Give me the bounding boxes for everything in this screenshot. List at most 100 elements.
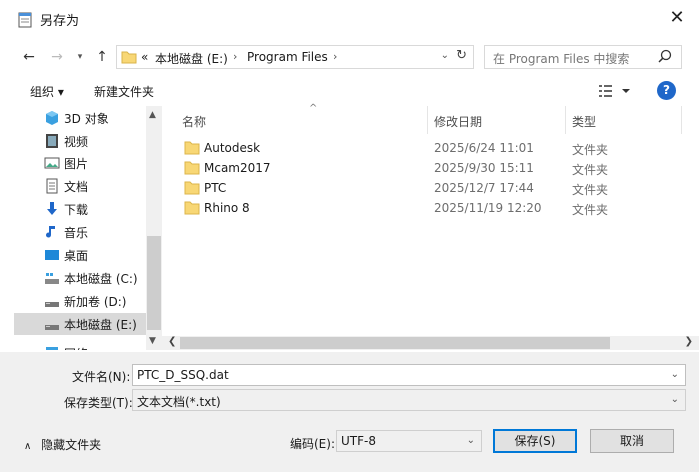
- sidebar-item-label: 桌面: [64, 249, 89, 263]
- file-row[interactable]: PTC 2025/12/7 17:44 文件夹: [162, 178, 682, 198]
- pictures-icon: [44, 157, 60, 169]
- column-header-type[interactable]: 类型: [564, 106, 682, 134]
- column-header-label: 名称: [182, 115, 207, 129]
- file-row[interactable]: Rhino 8 2025/11/19 12:20 文件夹: [162, 198, 682, 218]
- column-header-name[interactable]: ^ 名称: [174, 103, 428, 134]
- scrollbar-thumb[interactable]: [147, 236, 161, 330]
- file-modified: 2025/12/7 17:44: [434, 181, 534, 195]
- title-bar: 另存为 ✕: [0, 0, 699, 36]
- file-row[interactable]: Mcam2017 2025/9/30 15:11 文件夹: [162, 158, 682, 178]
- view-options-icon[interactable]: [598, 83, 632, 99]
- organize-button[interactable]: 组织 ▾: [30, 83, 64, 100]
- chevron-down-icon[interactable]: ⌄: [671, 394, 679, 405]
- search-input[interactable]: 在 Program Files 中搜索: [493, 50, 629, 67]
- chevron-up-icon: ∧: [24, 441, 32, 452]
- sidebar-item-label: 3D 对象: [64, 112, 109, 126]
- chevron-down-icon[interactable]: ⌄: [441, 50, 449, 61]
- sidebar-item-desktop[interactable]: 桌面: [14, 244, 147, 266]
- navigation-bar: ← → ▾ ↑ « 本地磁盘 (E:) › Program Files › ⌄ …: [0, 40, 699, 74]
- sidebar-item-documents[interactable]: 文档: [14, 175, 147, 197]
- filetype-label: 保存类型(T):: [64, 396, 133, 410]
- encoding-select[interactable]: UTF-8 ⌄: [336, 430, 482, 452]
- navigation-pane: 3D 对象 视频 图片 文档 下载 音乐 桌面 本地磁盘 (C:) 新加卷 (D…: [14, 106, 162, 350]
- file-type: 文件夹: [572, 183, 609, 197]
- system-drive-icon: [45, 273, 59, 284]
- filetype-value: 文本文档(*.txt): [137, 395, 221, 409]
- address-bar[interactable]: « 本地磁盘 (E:) › Program Files › ⌄ ↻: [116, 45, 474, 69]
- file-name: PTC: [204, 181, 227, 195]
- sidebar-item-videos[interactable]: 视频: [14, 130, 147, 152]
- save-button[interactable]: 保存(S): [493, 429, 577, 453]
- breadcrumb-separator[interactable]: ›: [233, 50, 237, 63]
- cancel-button[interactable]: 取消: [590, 429, 674, 453]
- window-title: 另存为: [40, 14, 80, 29]
- folder-icon: [121, 51, 137, 64]
- sidebar-item-label: 视频: [64, 135, 89, 149]
- file-row[interactable]: Autodesk 2025/6/24 11:01 文件夹: [162, 138, 682, 158]
- column-header-label: 修改日期: [434, 115, 483, 129]
- sidebar-item-drive-e[interactable]: 本地磁盘 (E:): [14, 313, 147, 335]
- scroll-up-icon[interactable]: ▲: [149, 110, 156, 120]
- new-folder-button[interactable]: 新建文件夹: [94, 83, 154, 100]
- scroll-left-icon[interactable]: ❮: [168, 336, 176, 347]
- sidebar-item-label: 音乐: [64, 226, 89, 240]
- refresh-icon[interactable]: ↻: [456, 48, 467, 63]
- filename-field[interactable]: PTC_D_SSQ.dat ⌄: [132, 364, 686, 386]
- sidebar-item-downloads[interactable]: 下载: [14, 198, 147, 220]
- breadcrumb-overflow[interactable]: «: [141, 50, 148, 64]
- back-button[interactable]: ←: [18, 46, 40, 68]
- sidebar-item-drive-d[interactable]: 新加卷 (D:): [14, 290, 147, 312]
- 3d-objects-icon: [46, 111, 58, 125]
- sidebar-item-label: 图片: [64, 157, 89, 171]
- drive-icon: [45, 302, 59, 307]
- search-box[interactable]: 在 Program Files 中搜索: [484, 45, 682, 69]
- search-icon[interactable]: [657, 49, 673, 65]
- folder-icon: [184, 181, 200, 195]
- sidebar-item-label: 本地磁盘 (C:): [64, 272, 138, 286]
- sidebar-item-music[interactable]: 音乐: [14, 221, 147, 243]
- hide-folders-label: 隐藏文件夹: [41, 438, 102, 452]
- encoding-value: UTF-8: [341, 434, 376, 448]
- breadcrumb-separator[interactable]: ›: [333, 50, 337, 63]
- column-header-modified[interactable]: 修改日期: [426, 106, 566, 134]
- save-panel: 文件名(N): PTC_D_SSQ.dat ⌄ 保存类型(T): 文本文档(*.…: [0, 352, 699, 472]
- chevron-down-icon[interactable]: ⌄: [467, 435, 475, 446]
- file-modified: 2025/11/19 12:20: [434, 201, 542, 215]
- horizontal-scrollbar[interactable]: ❮ ❯: [162, 336, 699, 350]
- file-list: ^ 名称 修改日期 类型 Autodesk 2025/6/24 11:01 文件…: [162, 103, 699, 336]
- sidebar-item-label: 网络: [64, 345, 88, 350]
- breadcrumb-folder[interactable]: Program Files: [247, 50, 328, 64]
- scroll-down-icon[interactable]: ▼: [149, 336, 156, 346]
- hide-folders-button[interactable]: ∧ 隐藏文件夹: [24, 436, 101, 453]
- scrollbar-thumb[interactable]: [180, 337, 610, 349]
- forward-button[interactable]: →: [48, 46, 66, 68]
- file-name: Mcam2017: [204, 161, 271, 175]
- recent-locations-button[interactable]: ▾: [74, 46, 86, 68]
- close-button[interactable]: ✕: [665, 6, 689, 30]
- up-button[interactable]: ↑: [92, 46, 112, 68]
- file-type: 文件夹: [572, 203, 609, 217]
- notepad-icon: [18, 12, 32, 28]
- help-button[interactable]: ?: [657, 81, 676, 100]
- sidebar-item-drive-c[interactable]: 本地磁盘 (C:): [14, 267, 147, 289]
- sort-ascending-icon: ^: [309, 103, 318, 114]
- file-type: 文件夹: [572, 143, 609, 157]
- sidebar-item-3d-objects[interactable]: 3D 对象: [14, 107, 147, 129]
- filetype-select[interactable]: 文本文档(*.txt) ⌄: [132, 389, 686, 411]
- sidebar-item-pictures[interactable]: 图片: [14, 152, 147, 174]
- command-bar: 组织 ▾ 新建文件夹 ?: [0, 76, 699, 106]
- filename-label: 文件名(N):: [72, 370, 131, 384]
- network-icon: [46, 347, 58, 350]
- navigation-scrollbar[interactable]: ▲ ▼: [146, 106, 162, 350]
- file-modified: 2025/6/24 11:01: [434, 141, 534, 155]
- chevron-down-icon[interactable]: ⌄: [671, 369, 679, 380]
- file-type: 文件夹: [572, 163, 609, 177]
- scroll-right-icon[interactable]: ❯: [685, 336, 693, 347]
- file-name: Rhino 8: [204, 201, 250, 215]
- breadcrumb-drive[interactable]: 本地磁盘 (E:): [155, 50, 228, 67]
- documents-icon: [46, 178, 58, 194]
- music-icon: [46, 226, 55, 238]
- file-name: Autodesk: [204, 141, 261, 155]
- column-header-label: 类型: [572, 115, 597, 129]
- sidebar-item-network[interactable]: 网络: [14, 342, 147, 350]
